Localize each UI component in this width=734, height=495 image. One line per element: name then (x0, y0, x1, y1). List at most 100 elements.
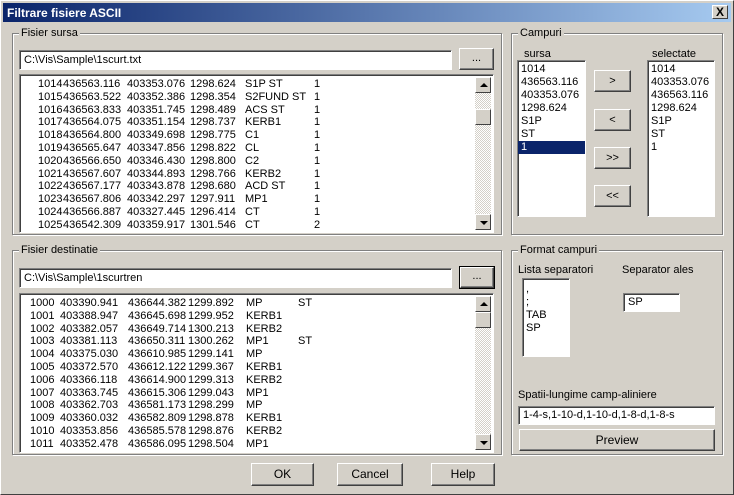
list-item-cell: 1299.892 (188, 297, 234, 309)
close-button[interactable]: X (712, 5, 728, 19)
list-item[interactable]: 1014 436563.116 403353.076 1298.624 S1P ST 1 (22, 78, 473, 91)
preview-button[interactable]: Preview (519, 429, 715, 451)
remove-all-fields-button[interactable]: << (594, 185, 631, 207)
list-item[interactable]: SP (523, 322, 569, 335)
list-item-cell: 1298.504 (188, 437, 234, 450)
list-item[interactable]: 1298.624 (648, 102, 714, 115)
list-item-cell: 1014 (38, 78, 63, 90)
list-item-cell: 403363.745 (60, 386, 119, 399)
cancel-button[interactable]: Cancel (337, 463, 403, 486)
list-item[interactable]: 1 (648, 141, 714, 154)
list-item-cell: 1004 (30, 348, 55, 361)
list-item-cell: 1298.737 (190, 116, 236, 129)
list-item-cell: 403366.118 (60, 373, 118, 386)
list-item-cell: 1299.367 (188, 360, 234, 373)
list-item[interactable]: 1016 436563.833 403351.745 1298.489 ACS ST 1 (22, 104, 473, 117)
destination-browse-button[interactable]: ... (459, 266, 495, 289)
list-item[interactable]: S1P (648, 115, 714, 128)
list-item[interactable]: ST (648, 128, 714, 141)
list-item[interactable]: 1009 403360.032 436582.809 1298.878 KERB1 (22, 412, 473, 425)
list-item[interactable]: 1 (518, 141, 585, 154)
list-item[interactable]: 403353.076 (518, 89, 585, 102)
list-item[interactable]: 1014 (518, 63, 585, 76)
scroll-thumb[interactable] (475, 312, 491, 328)
list-item-cell: 1016 (38, 103, 63, 116)
fields-legend: Campuri (518, 27, 564, 40)
list-item[interactable]: 1025 436542.309 403359.917 1301.546 CT 2 (22, 219, 473, 232)
list-item[interactable]: 1007 403363.745 436615.306 1299.043 MP1 (22, 387, 473, 400)
list-item[interactable]: ST (518, 128, 585, 141)
arrow-down-icon (480, 221, 488, 225)
list-item[interactable]: 1017 436564.075 403351.154 1298.737 KERB1 1 (22, 116, 473, 129)
list-item[interactable]: 1023 436567.806 403342.297 1297.911 MP1 1 (22, 193, 473, 206)
source-browse-button[interactable]: ... (459, 48, 494, 70)
remove-field-button[interactable]: < (594, 109, 631, 131)
scroll-down-button[interactable] (475, 214, 491, 230)
list-item-cell: C2 (245, 154, 260, 167)
selected-fields-list[interactable]: 1014 403353.076 436563.116 1298.624 S1P ST 1 (647, 60, 715, 217)
list-item[interactable]: 1005 403372.570 436612.122 1299.367 KERB1 (22, 361, 473, 374)
add-all-fields-button[interactable]: >> (594, 147, 631, 169)
list-item-cell: 1298.878 (188, 412, 234, 425)
source-fields-list[interactable]: 1014 436563.116 403353.076 1298.624 S1P ST 1 (517, 60, 586, 217)
list-item-cell: 1298.766 (190, 167, 236, 180)
list-item-cell: 403343.878 (127, 180, 186, 193)
list-item-cell: CT (245, 205, 260, 218)
list-item-cell: 436585.578 (128, 424, 187, 437)
list-item[interactable]: 1020 436566.650 403346.430 1298.800 C2 1 (22, 155, 473, 168)
list-item[interactable]: 1011 403352.478 436586.095 1298.504 MP1 (22, 438, 473, 451)
chosen-separator-input[interactable]: SP (623, 293, 680, 312)
help-button[interactable]: Help (431, 463, 495, 486)
list-item[interactable]: 1298.624 (518, 102, 585, 115)
scroll-thumb[interactable] (475, 109, 491, 125)
list-item-cell: 436563.116 (63, 78, 121, 90)
source-data-list[interactable]: 1014 436563.116 403353.076 1298.624 S1P ST 1 1… (19, 74, 494, 233)
list-item-cell: 403390.941 (60, 297, 119, 309)
list-item[interactable]: 1021 436567.607 403344.893 1298.766 KERB2 1 (22, 168, 473, 181)
source-scrollbar[interactable] (475, 77, 491, 230)
separators-list[interactable]: ,; TAB SP (522, 278, 570, 357)
list-item[interactable]: TAB (523, 309, 569, 322)
list-item[interactable]: 1019 436565.647 403347.856 1298.822 CL 1 (22, 142, 473, 155)
list-item[interactable]: 1024 436566.887 403327.445 1296.414 CT 1 (22, 206, 473, 219)
list-item[interactable]: 1003 403381.113 436650.311 1300.262 MP1 ST (22, 335, 473, 348)
list-item[interactable]: 1022 436567.177 403343.878 1298.680 ACD ST 1 (22, 180, 473, 193)
list-item-cell: 1297.911 (190, 193, 236, 206)
destination-data-list[interactable]: 1000 403390.941 436644.382 1299.892 MP ST 1001… (19, 293, 494, 453)
list-item-cell: 2 (314, 218, 321, 231)
list-item[interactable]: 436563.116 (648, 89, 714, 102)
list-item[interactable]: ; (523, 296, 569, 309)
list-item[interactable]: 436563.116 (518, 76, 585, 89)
list-item[interactable]: 403353.076 (648, 76, 714, 89)
destination-path-input[interactable]: C:\Vis\Sample\1scurtren (19, 268, 452, 288)
source-path-input[interactable]: C:\Vis\Sample\1scurt.txt (19, 50, 452, 70)
scroll-down-button[interactable] (475, 434, 491, 450)
ok-button[interactable]: OK (251, 463, 314, 486)
list-item[interactable]: 1004 403375.030 436610.985 1299.141 MP (22, 348, 473, 361)
list-item[interactable]: , (523, 283, 569, 296)
list-item[interactable]: 1001 403388.947 436645.698 1299.952 KERB1 (22, 310, 473, 323)
list-item-cell: 436564.075 (63, 116, 122, 129)
list-item-cell: 403375.030 (60, 348, 119, 361)
list-item[interactable]: 1002 403382.057 436649.714 1300.213 KERB2 (22, 323, 473, 336)
list-item[interactable]: 1015 436563.522 403352.386 1298.354 S2FUND S… (22, 91, 473, 104)
list-item[interactable]: S1P (518, 115, 585, 128)
list-item-cell: 436565.647 (63, 141, 122, 154)
spacing-input[interactable]: 1-4-s,1-10-d,1-10-d,1-8-d,1-8-s (518, 406, 715, 425)
list-item[interactable]: 1014 (648, 63, 714, 76)
list-item-cell: S2FUND ST (245, 90, 307, 103)
list-item-cell: ST (298, 297, 313, 309)
list-item-cell: 1006 (30, 373, 55, 386)
list-item-cell: 436615.306 (128, 386, 187, 399)
scroll-up-button[interactable] (475, 77, 491, 93)
list-item[interactable]: 1006 403366.118 436614.900 1299.313 KERB2 (22, 374, 473, 387)
add-field-button[interactable]: > (594, 70, 631, 92)
arrow-down-icon (480, 441, 488, 445)
list-item[interactable]: 1008 403362.703 436581.173 1298.299 MP (22, 399, 473, 412)
list-item[interactable]: 1018 436564.800 403349.698 1298.775 C1 1 (22, 129, 473, 142)
list-item[interactable]: 1000 403390.941 436644.382 1299.892 MP ST (22, 297, 473, 310)
destination-file-legend: Fisier destinatie (19, 244, 101, 257)
destination-scrollbar[interactable] (475, 296, 491, 450)
list-item[interactable]: 1010 403353.856 436585.578 1298.876 KERB2 (22, 425, 473, 438)
scroll-up-button[interactable] (475, 296, 491, 312)
